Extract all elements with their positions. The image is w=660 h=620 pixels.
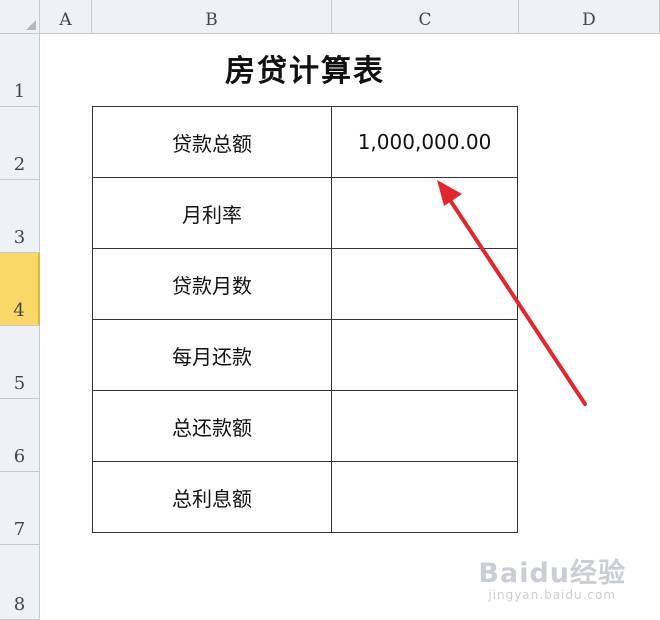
watermark-url: jingyan.baidu.com — [488, 588, 617, 602]
baidu-watermark: Baidu经验 jingyan.baidu.com — [478, 551, 626, 602]
watermark-logo: Baidu经验 — [478, 558, 626, 589]
annotation-arrow-icon — [437, 180, 587, 406]
